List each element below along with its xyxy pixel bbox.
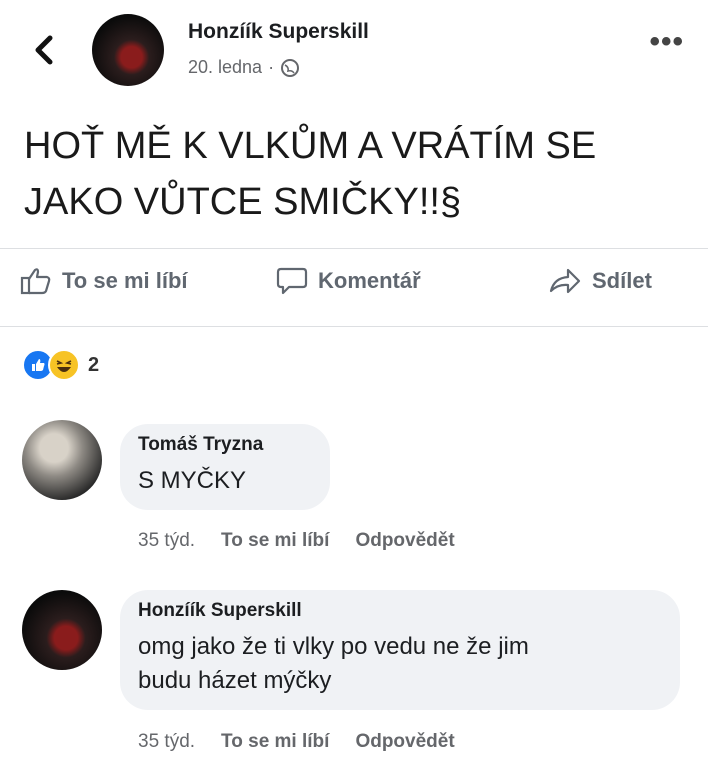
comment-icon [276, 267, 308, 295]
share-label: Sdílet [592, 268, 652, 293]
reaction-count: 2 [88, 353, 100, 376]
post-text: HOŤ MĚ K VLKŮM A VRÁTÍM SE JAKO VŮTCE SM… [24, 118, 694, 230]
comment-reply-link[interactable]: Odpovědět [355, 731, 454, 753]
comment-time[interactable]: 35 týd. [138, 731, 195, 753]
share-icon [549, 268, 581, 294]
comment-text-line-1: omg jako že ti vlky po vedu ne že jim [138, 633, 529, 660]
comment-like-link[interactable]: To se mi líbí [221, 731, 329, 753]
comment-bubble: Tomáš Tryzna S MYČKY [120, 424, 330, 510]
comment-author[interactable]: Tomáš Tryzna [138, 434, 312, 456]
comment-meta: 35 týd. To se mi líbí Odpovědět [138, 731, 455, 753]
post-meta: 20. ledna · [188, 57, 300, 78]
comment-button[interactable]: Komentář [276, 266, 421, 296]
post-action-bar: To se mi líbí Komentář Sdílet [0, 266, 708, 316]
post-author-name[interactable]: Honzíík Superskill [188, 20, 369, 44]
comment-label: Komentář [318, 268, 421, 293]
like-label: To se mi líbí [62, 268, 188, 293]
post-date[interactable]: 20. ledna [188, 57, 262, 78]
commenter-avatar[interactable] [22, 590, 102, 670]
comment-text-line-2: budu házet mýčky [138, 667, 332, 694]
comment-text: omg jako že ti vlky po vedu ne že jim bu… [138, 630, 662, 698]
comment-meta: 35 týd. To se mi líbí Odpovědět [138, 530, 455, 552]
more-options-button[interactable]: ••• [649, 27, 684, 57]
post-text-line-2: JAKO VŮTCE SMIČKY!!§ [24, 181, 462, 223]
thumbs-up-icon [20, 268, 51, 295]
divider-top [0, 248, 708, 249]
share-button[interactable]: Sdílet [548, 266, 652, 296]
haha-reaction-icon [48, 349, 80, 381]
comment-bubble: Honzíík Superskill omg jako že ti vlky p… [120, 590, 680, 710]
comment-author[interactable]: Honzíík Superskill [138, 600, 662, 622]
divider-bottom [0, 326, 708, 327]
comment-like-link[interactable]: To se mi líbí [221, 530, 329, 552]
back-button[interactable] [30, 30, 60, 70]
post-text-line-1: HOŤ MĚ K VLKŮM A VRÁTÍM SE [24, 125, 597, 167]
chevron-left-icon [35, 35, 53, 65]
author-avatar[interactable] [92, 14, 164, 86]
meta-separator: · [268, 57, 275, 77]
reactions-summary[interactable]: 2 [22, 349, 99, 381]
commenter-avatar[interactable] [22, 420, 102, 500]
comment-text: S MYČKY [138, 467, 247, 494]
globe-icon [281, 58, 300, 77]
comment-reply-link[interactable]: Odpovědět [355, 530, 454, 552]
comment-time[interactable]: 35 týd. [138, 530, 195, 552]
like-button[interactable]: To se mi líbí [20, 266, 188, 296]
